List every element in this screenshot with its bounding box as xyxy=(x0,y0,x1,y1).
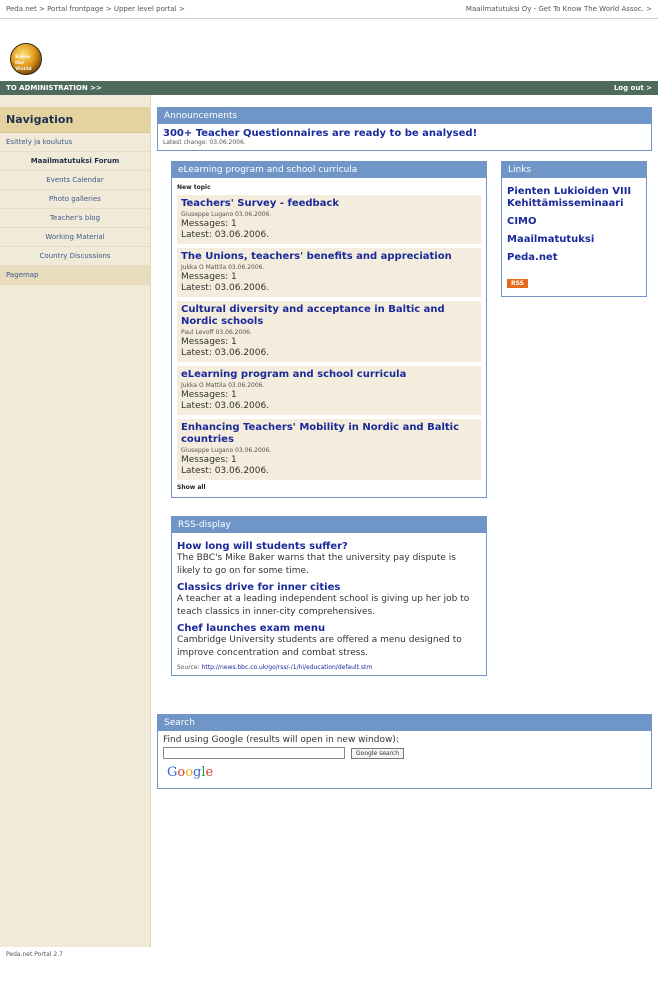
rss-item-title[interactable]: Classics drive for inner cities xyxy=(177,582,481,593)
layout: Navigation Esittely ja koulutus Maailmat… xyxy=(0,95,658,947)
post-title[interactable]: The Unions, teachers' benefits and appre… xyxy=(181,251,477,263)
top-bar: Peda.net > Portal frontpage > Upper leve… xyxy=(0,0,658,19)
main-content: Announcements 300+ Teacher Questionnaire… xyxy=(151,95,658,947)
announcements-header: Announcements xyxy=(158,108,651,124)
search-input[interactable] xyxy=(163,747,345,759)
rss-item-title[interactable]: Chef launches exam menu xyxy=(177,623,481,634)
link-pedanet[interactable]: Peda.net xyxy=(507,252,641,264)
search-instructions: Find using Google (results will open in … xyxy=(163,735,399,745)
post-title[interactable]: Enhancing Teachers' Mobility in Nordic a… xyxy=(181,422,477,446)
rss-header: RSS-display xyxy=(172,517,486,533)
nav-item-forum[interactable]: Maailmatutuksi Forum xyxy=(0,152,150,171)
rss-item-desc: The BBC's Mike Baker warns that the univ… xyxy=(177,553,456,576)
post-latest: Latest: 03.06.2006. xyxy=(181,230,270,240)
google-logo-letter: o xyxy=(185,765,194,780)
post-meta: Jukka O Mattila 03.06.2006. xyxy=(181,264,265,271)
google-logo: Google xyxy=(167,765,646,780)
links-body: Pienten Lukioiden VIII Kehittämisseminaa… xyxy=(502,178,646,296)
forum-body: New topic Teachers' Survey - feedback Gi… xyxy=(172,178,486,497)
rss-item-title[interactable]: How long will students suffer? xyxy=(177,541,481,552)
post-title[interactable]: eLearning program and school curricula xyxy=(181,369,477,381)
announcement-latest: Latest change: 03.06.2006. xyxy=(163,139,246,146)
post-latest: Latest: 03.06.2006. xyxy=(181,283,270,293)
admin-bar: TO ADMINISTRATION >> Log out > xyxy=(0,81,658,95)
show-all-link[interactable]: Show all xyxy=(177,484,481,491)
post-meta: Jukka O Mattila 03.06.2006. xyxy=(181,382,265,389)
admin-link[interactable]: TO ADMINISTRATION >> xyxy=(6,84,102,92)
nav-item-photo-galleries[interactable]: Photo galleries xyxy=(0,190,150,209)
link-maailmatutuksi[interactable]: Maailmatutuksi xyxy=(507,234,641,246)
forum-post: The Unions, teachers' benefits and appre… xyxy=(177,248,481,297)
breadcrumb-pedanet[interactable]: Peda.net > xyxy=(6,5,45,13)
link-cimo[interactable]: CIMO xyxy=(507,216,641,228)
org-title[interactable]: Maailmatutuksi Oy - Get To Know The Worl… xyxy=(466,5,652,13)
nav-item-working-material[interactable]: Working Material xyxy=(0,228,150,247)
announcements-body: 300+ Teacher Questionnaires are ready to… xyxy=(158,124,651,150)
rss-source-link[interactable]: http://news.bbc.co.uk/go/rss/-/1/hi/educ… xyxy=(202,664,373,671)
forum-post: Enhancing Teachers' Mobility in Nordic a… xyxy=(177,419,481,480)
rss-source-label: Source: xyxy=(177,664,200,671)
post-messages: Messages: 1 xyxy=(181,272,237,282)
sidebar: Navigation Esittely ja koulutus Maailmat… xyxy=(0,95,151,947)
post-meta: Giuseppe Lugano 03.06.2006. xyxy=(181,447,272,454)
site-logo[interactable]: Know the World xyxy=(10,43,42,75)
forum-header: eLearning program and school curricula xyxy=(172,162,486,178)
nav-item-country-discussions[interactable]: Country Discussions xyxy=(0,247,150,266)
logo-text: Know the World xyxy=(15,54,32,72)
footer: Peda.net Portal 2.7 xyxy=(6,951,63,958)
rss-item-desc: Cambridge University students are offere… xyxy=(177,635,462,658)
google-search-button[interactable]: Google search xyxy=(351,747,404,759)
rss-icon[interactable]: RSS xyxy=(507,279,528,288)
new-topic-link[interactable]: New topic xyxy=(177,184,481,191)
post-meta: Giuseppe Lugano 03.06.2006. xyxy=(181,211,272,218)
nav-item-pagemap[interactable]: Pagemap xyxy=(0,266,150,285)
rss-item-desc: A teacher at a leading independent schoo… xyxy=(177,594,470,617)
links-box: Links Pienten Lukioiden VIII Kehittämiss… xyxy=(501,161,647,297)
post-messages: Messages: 1 xyxy=(181,219,237,229)
rss-body: How long will students suffer? The BBC's… xyxy=(172,533,486,675)
search-box: Search Find using Google (results will o… xyxy=(157,714,652,789)
nav-item-esittely[interactable]: Esittely ja koulutus xyxy=(0,133,150,152)
logout-link[interactable]: Log out > xyxy=(614,84,652,92)
post-latest: Latest: 03.06.2006. xyxy=(181,401,270,411)
search-body: Find using Google (results will open in … xyxy=(158,731,651,788)
forum-post: eLearning program and school curricula J… xyxy=(177,366,481,415)
rss-source: Source: http://news.bbc.co.uk/go/rss/-/1… xyxy=(177,664,481,671)
nav-item-events-calendar[interactable]: Events Calendar xyxy=(0,171,150,190)
google-logo-letter: e xyxy=(205,765,214,780)
post-title[interactable]: Teachers' Survey - feedback xyxy=(181,198,477,210)
post-messages: Messages: 1 xyxy=(181,455,237,465)
google-logo-letter: G xyxy=(167,765,178,780)
announcement-headline[interactable]: 300+ Teacher Questionnaires are ready to… xyxy=(163,128,646,139)
post-messages: Messages: 1 xyxy=(181,390,237,400)
columns: eLearning program and school curricula N… xyxy=(157,161,652,498)
post-messages: Messages: 1 xyxy=(181,337,237,347)
forum-post: Cultural diversity and acceptance in Bal… xyxy=(177,301,481,362)
forum-post: Teachers' Survey - feedback Giuseppe Lug… xyxy=(177,195,481,244)
navigation-title: Navigation xyxy=(0,107,150,133)
logo-row: Know the World xyxy=(0,19,658,81)
breadcrumb-upper-level-portal[interactable]: Upper level portal > xyxy=(114,5,185,13)
nav-item-teachers-blog[interactable]: Teacher's blog xyxy=(0,209,150,228)
link-pienten-lukioiden[interactable]: Pienten Lukioiden VIII Kehittämisseminaa… xyxy=(507,186,641,210)
links-header: Links xyxy=(502,162,646,178)
post-latest: Latest: 03.06.2006. xyxy=(181,348,270,358)
search-row: Google search xyxy=(163,747,646,759)
announcements-box: Announcements 300+ Teacher Questionnaire… xyxy=(157,107,652,151)
breadcrumb: Peda.net > Portal frontpage > Upper leve… xyxy=(6,5,185,13)
search-header: Search xyxy=(158,715,651,731)
rss-display-box: RSS-display How long will students suffe… xyxy=(171,516,487,676)
post-title[interactable]: Cultural diversity and acceptance in Bal… xyxy=(181,304,477,328)
forum-box: eLearning program and school curricula N… xyxy=(171,161,487,498)
post-meta: Paul Levoff 03.06.2006. xyxy=(181,329,252,336)
breadcrumb-portal-frontpage[interactable]: Portal frontpage > xyxy=(47,5,112,13)
post-latest: Latest: 03.06.2006. xyxy=(181,466,270,476)
